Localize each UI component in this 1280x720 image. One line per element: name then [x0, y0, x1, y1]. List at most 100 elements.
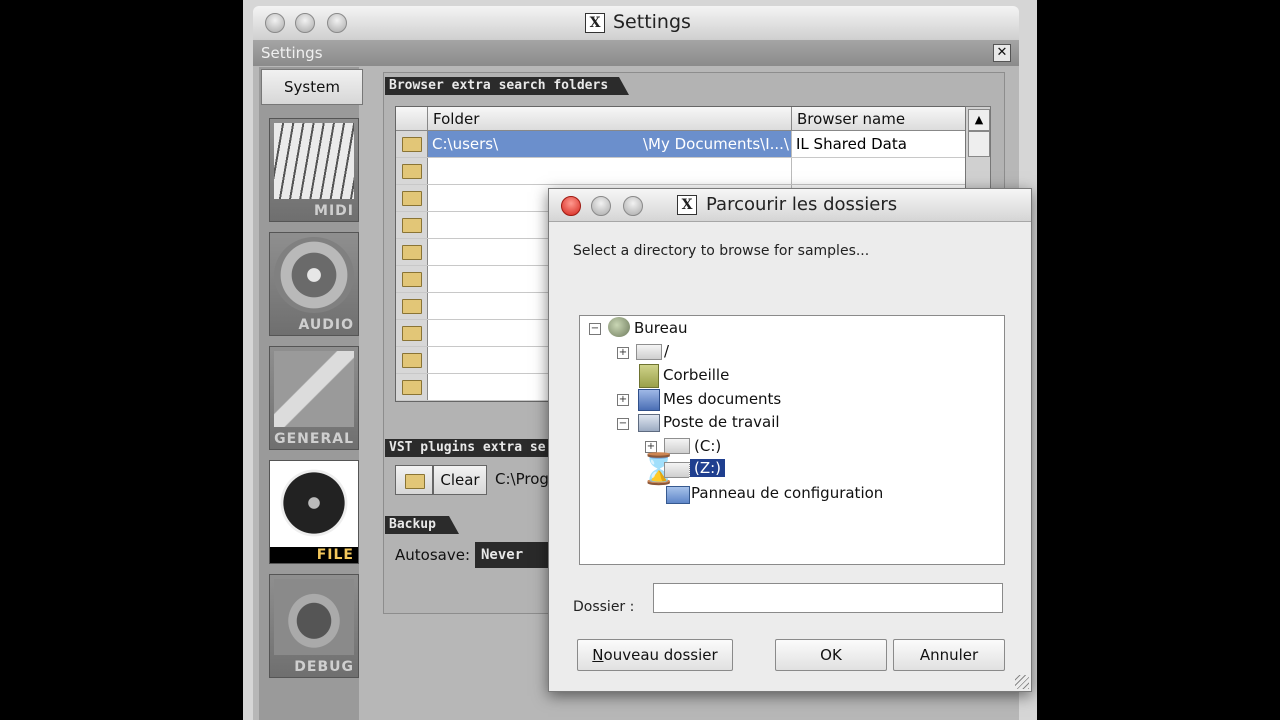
mac-titlebar: X Settings [253, 6, 1019, 41]
dialog-titlebar: X Parcourir les dossiers [549, 189, 1031, 222]
row-browse-button[interactable] [396, 212, 428, 238]
category-debug[interactable]: DEBUG [269, 574, 359, 678]
category-label: GENERAL [274, 431, 354, 447]
vst-clear-button[interactable]: Clear [433, 465, 487, 495]
row-browse-button[interactable] [396, 158, 428, 184]
close-window-button[interactable] [265, 13, 285, 33]
browser-name-cell[interactable]: IL Shared Data [792, 131, 966, 157]
collapse-icon[interactable]: − [617, 418, 629, 430]
dialog-title: Parcourir les dossiers [706, 194, 898, 215]
browser-name-cell[interactable] [792, 158, 966, 184]
dialog-minimize-button[interactable] [591, 196, 611, 216]
tree-node-drive-z[interactable]: (Z:) [688, 458, 727, 478]
folder-cell[interactable]: C:\users\ \My Documents\I...\ [428, 131, 792, 157]
folder-icon [402, 164, 422, 179]
tree-node-mes-documents[interactable]: Mes documents [663, 390, 781, 408]
ok-button[interactable]: OK [775, 639, 887, 671]
folder-icon [402, 191, 422, 206]
folder-cell[interactable] [428, 158, 792, 184]
system-button[interactable]: System [261, 69, 363, 105]
category-audio[interactable]: AUDIO [269, 232, 359, 336]
collapse-icon[interactable]: − [589, 323, 601, 335]
new-folder-button[interactable]: Nouveau dossier [577, 639, 733, 671]
folder-icon [402, 353, 422, 368]
folder-icon [402, 326, 422, 341]
folder-icon [402, 272, 422, 287]
settings-title: Settings [261, 44, 323, 62]
column-header-folder[interactable]: Folder [428, 107, 792, 131]
tree-node-panneau-de-configuration[interactable]: Panneau de configuration [691, 484, 883, 502]
x11-icon: X [677, 195, 697, 215]
new-folder-mnemonic: N [592, 646, 604, 664]
drive-icon [636, 344, 662, 360]
minimize-window-button[interactable] [295, 13, 315, 33]
computer-icon [638, 414, 660, 432]
wrench-icon [274, 351, 354, 427]
folder-icon [402, 218, 422, 233]
dialog-prompt: Select a directory to browse for samples… [573, 243, 870, 259]
settings-titlebar: Settings ✕ [253, 40, 1019, 66]
row-browse-button[interactable] [396, 185, 428, 211]
row-browse-button[interactable] [396, 320, 428, 346]
tree-node-poste-de-travail[interactable]: Poste de travail [663, 413, 780, 431]
folder-icon [405, 474, 425, 489]
scroll-thumb[interactable] [968, 131, 990, 157]
table-row[interactable] [396, 158, 966, 185]
desktop-icon [608, 317, 630, 337]
close-icon[interactable]: ✕ [993, 44, 1011, 62]
autosave-dropdown[interactable]: Never (ju [475, 542, 555, 568]
category-label: DEBUG [294, 659, 354, 675]
vst-section-title: VST plugins extra se [385, 439, 559, 457]
bug-icon [274, 579, 354, 655]
row-browse-button[interactable] [396, 374, 428, 400]
disc-icon [274, 465, 354, 541]
row-browse-button[interactable] [396, 293, 428, 319]
scroll-up-icon[interactable]: ▲ [968, 109, 990, 131]
speaker-icon [274, 237, 354, 313]
backup-section-title: Backup [385, 516, 459, 534]
row-browse-button[interactable] [396, 347, 428, 373]
category-midi[interactable]: MIDI [269, 118, 359, 222]
category-general[interactable]: GENERAL [269, 346, 359, 450]
window-title: Settings [613, 11, 691, 33]
cancel-button[interactable]: Annuler [893, 639, 1005, 671]
dialog-zoom-button[interactable] [623, 196, 643, 216]
vst-path: C:\Prog [495, 470, 549, 488]
category-file[interactable]: FILE [269, 460, 359, 564]
tree-node-drive-c[interactable]: (C:) [694, 437, 721, 455]
expand-icon[interactable]: + [617, 347, 629, 359]
resize-grip-icon[interactable] [1015, 675, 1029, 689]
column-header-icon [396, 107, 428, 131]
folder-icon [402, 137, 422, 152]
folder-icon [402, 299, 422, 314]
expand-icon[interactable]: + [617, 394, 629, 406]
category-label: FILE [270, 547, 358, 563]
folder-input[interactable] [653, 583, 1003, 613]
row-browse-button[interactable] [396, 266, 428, 292]
browser-section-title: Browser extra search folders [385, 77, 629, 95]
documents-icon [638, 389, 660, 411]
trash-icon [639, 364, 659, 388]
tree-node-root[interactable]: / [664, 342, 669, 360]
category-label: AUDIO [298, 317, 354, 333]
category-label: MIDI [314, 203, 354, 219]
folder-tree[interactable]: − Bureau + / Corbeille + Mes documents −… [579, 315, 1005, 565]
keyboard-icon [274, 123, 354, 199]
tree-node-bureau[interactable]: Bureau [634, 319, 688, 337]
browse-folders-dialog: X Parcourir les dossiers Select a direct… [548, 188, 1032, 692]
x11-icon: X [585, 13, 605, 33]
table-row[interactable]: C:\users\ \My Documents\I...\ IL Shared Da… [396, 131, 966, 158]
folder-icon [402, 245, 422, 260]
tree-node-corbeille[interactable]: Corbeille [663, 366, 729, 384]
dialog-close-button[interactable] [561, 196, 581, 216]
row-browse-button[interactable] [396, 131, 428, 157]
new-folder-label: ouveau dossier [603, 646, 718, 664]
autosave-label: Autosave: [395, 546, 470, 564]
vst-browse-button[interactable] [395, 465, 433, 495]
folder-path-start: C:\users\ [432, 135, 499, 153]
zoom-window-button[interactable] [327, 13, 347, 33]
drive-icon [664, 462, 690, 478]
folder-label: Dossier : [573, 599, 635, 615]
column-header-browser-name[interactable]: Browser name [792, 107, 966, 131]
row-browse-button[interactable] [396, 239, 428, 265]
